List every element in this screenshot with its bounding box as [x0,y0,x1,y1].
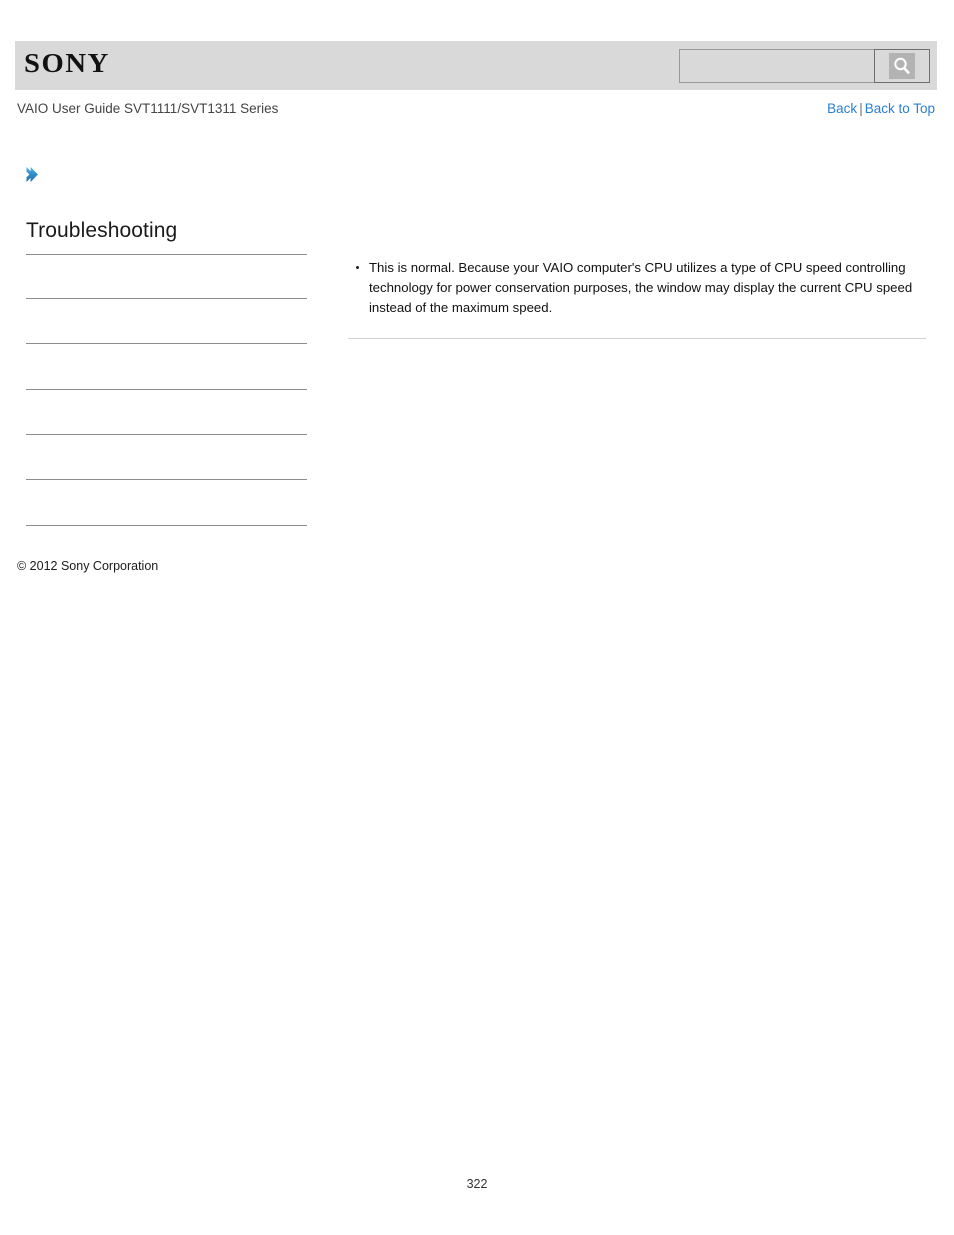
sidebar-item[interactable] [26,343,307,389]
copyright-notice: © 2012 Sony Corporation [17,559,159,573]
link-separator: | [859,101,863,116]
main-content: This is normal. Because your VAIO comput… [348,258,926,318]
header-links: Back | Back to Top [827,101,935,116]
breadcrumb [24,163,39,185]
sidebar: Troubleshooting [26,218,307,526]
search-icon [889,53,915,79]
page-number: 322 [466,1177,488,1191]
chevron-right-icon [24,165,39,184]
content-divider [348,338,926,339]
search-area [679,49,930,83]
sidebar-item[interactable] [26,254,307,298]
search-button[interactable] [874,49,930,83]
sidebar-item[interactable] [26,525,307,526]
sidebar-item[interactable] [26,434,307,479]
subheader: VAIO User Guide SVT1111/SVT1311 Series B… [17,101,935,121]
sony-logo: SONY [24,48,110,78]
answer-list: This is normal. Because your VAIO comput… [348,258,926,318]
search-input[interactable] [679,49,874,83]
guide-title: VAIO User Guide SVT1111/SVT1311 Series [17,101,279,116]
back-link[interactable]: Back [827,101,857,116]
site-header-band: SONY [15,41,937,90]
page-title: Troubleshooting [26,219,178,242]
list-item-text: This is normal. Because your VAIO comput… [369,260,913,315]
sidebar-item[interactable] [26,389,307,434]
list-item: This is normal. Because your VAIO comput… [348,258,926,318]
sidebar-item[interactable] [26,479,307,525]
sidebar-item[interactable] [26,298,307,343]
back-to-top-link[interactable]: Back to Top [865,101,935,116]
